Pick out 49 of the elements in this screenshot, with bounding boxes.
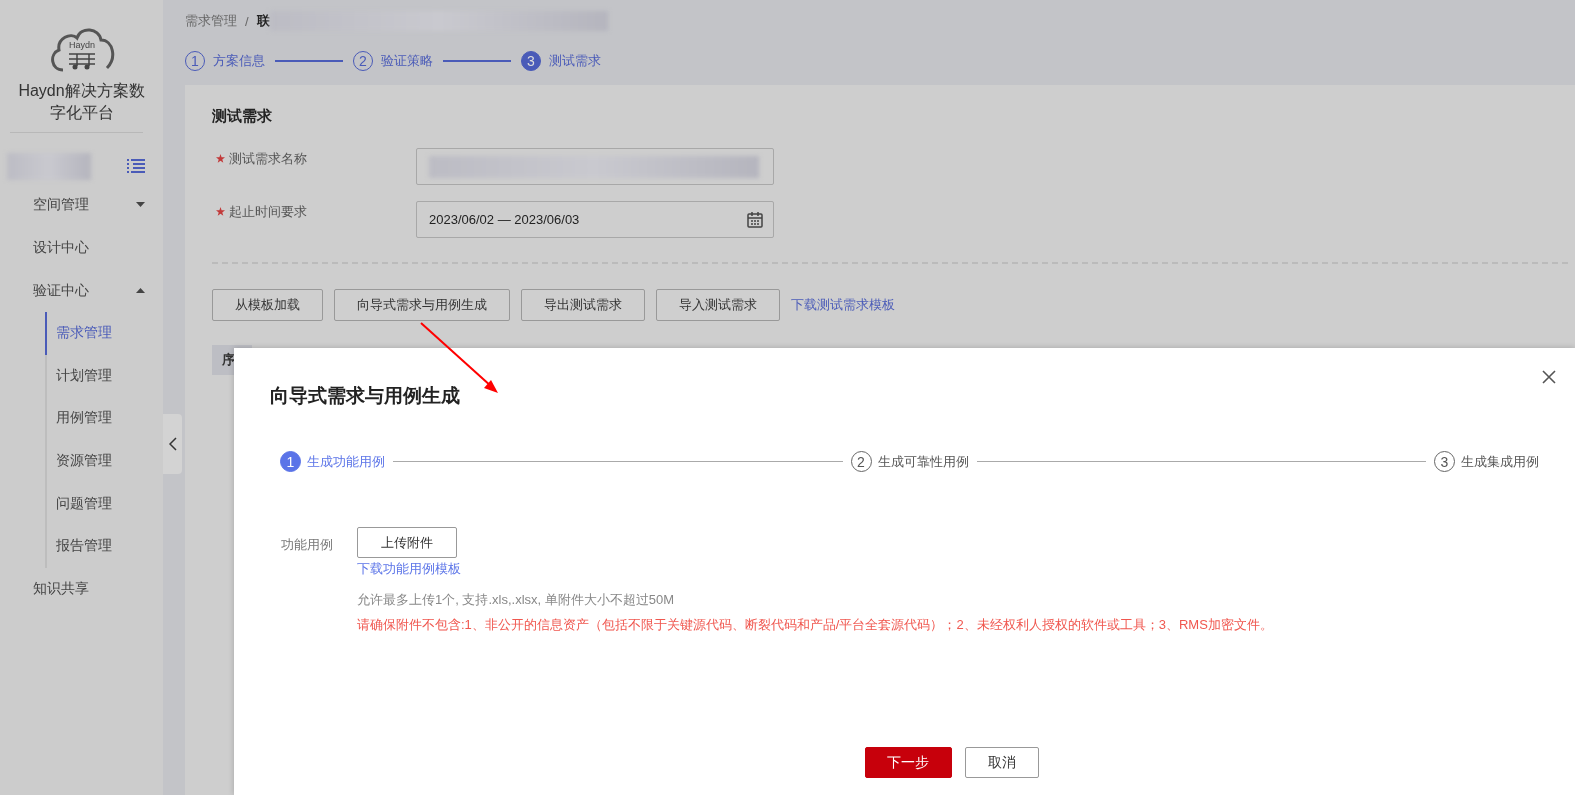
cancel-button[interactable]: 取消 [964, 747, 1039, 778]
step-label: 生成可靠性用例 [877, 452, 969, 471]
download-link[interactable]: 下载测试需求模板 [791, 296, 895, 314]
close-icon[interactable] [1542, 370, 1556, 384]
step-number: 3 [521, 51, 541, 71]
field-label: 功能用例 [281, 536, 334, 554]
upload-button[interactable]: 上传附件 [357, 527, 457, 558]
nav-item[interactable]: 空间管理 [0, 183, 163, 226]
toolbar-button[interactable]: 导出测试需求 [521, 289, 645, 321]
collapse-sidebar-button[interactable] [163, 414, 182, 474]
breadcrumb-separator: / [245, 13, 249, 29]
platform-title: Haydn解决方案数字化平台 [17, 81, 146, 123]
nav-item[interactable]: 设计中心 [0, 226, 163, 269]
caret-down-icon [136, 202, 145, 207]
menu-icon[interactable] [127, 158, 145, 175]
upload-hint: 允许最多上传1个, 支持.xls,.xlsx, 单附件大小不超过50M [357, 591, 675, 609]
nav-subitem[interactable]: 问题管理 [45, 482, 163, 525]
next-button[interactable]: 下一步 [864, 747, 952, 778]
nav-subitem[interactable]: 计划管理 [45, 354, 163, 398]
breadcrumb-item[interactable]: 需求管理 [185, 12, 237, 30]
nav-subitem[interactable]: 需求管理 [45, 312, 163, 355]
toolbar-button[interactable]: 导入测试需求 [656, 289, 780, 321]
chevron-left-icon [168, 437, 177, 451]
warning-text: 请确保附件不包含:1、非公开的信息资产（包括不限于关键源代码、断裂代码和产品/平台全套源代码）；2、未经权利人授权的软件或工具；3、RMS加密文件。 [357, 616, 1273, 634]
nav-subitem[interactable]: 资源管理 [45, 439, 163, 483]
template-link[interactable]: 下载功能用例模板 [357, 560, 461, 578]
step-label: 生成功能用例 [307, 452, 385, 471]
nav-subitem[interactable]: 用例管理 [45, 397, 163, 440]
nav-subitem[interactable]: 报告管理 [45, 524, 163, 568]
toolbar-button[interactable]: 向导式需求与用例生成 [334, 289, 510, 321]
nav-item[interactable]: 知识共享 [0, 567, 163, 611]
input-field[interactable] [416, 148, 774, 185]
field-label: 起止时间要求 [229, 204, 307, 219]
date-range-field[interactable]: 2023/06/02 — 2023/06/03 [416, 201, 774, 238]
dialog-title: 向导式需求与用例生成 [270, 384, 461, 408]
step-label: 生成集成用例 [1461, 452, 1539, 471]
nav-item[interactable]: 验证中心 [0, 269, 163, 312]
required-icon [216, 207, 225, 216]
step-number: 1 [280, 451, 301, 472]
step-label: 方案信息 [213, 52, 265, 70]
required-icon [216, 154, 225, 163]
step-label: 验证策略 [381, 52, 433, 70]
step-label: 测试需求 [549, 52, 601, 70]
section-title: 测试需求 [212, 107, 273, 126]
breadcrumb-item: 联 [256, 12, 270, 30]
calendar-icon [747, 211, 763, 228]
field-label: 测试需求名称 [229, 151, 307, 166]
caret-up-icon [136, 288, 145, 293]
toolbar-button[interactable]: 从模板加载 [212, 289, 323, 321]
